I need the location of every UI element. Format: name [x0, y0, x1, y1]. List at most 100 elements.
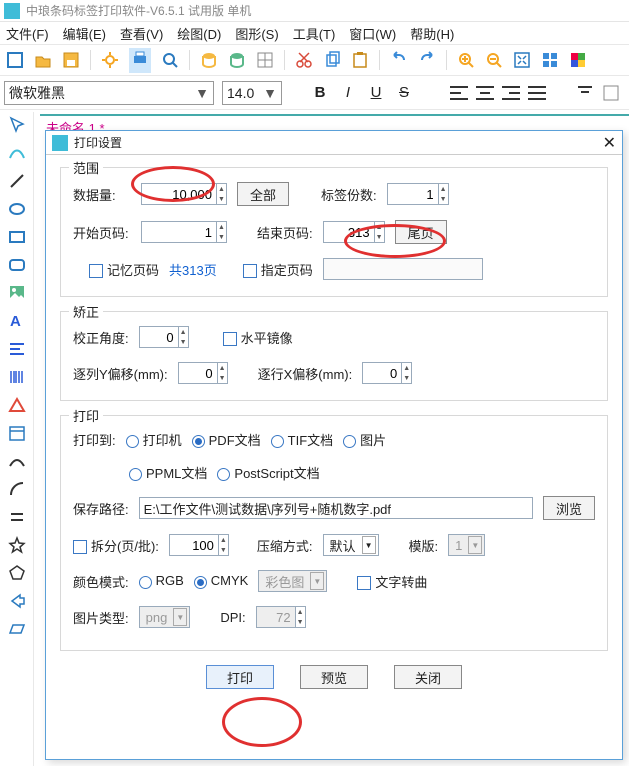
italic-button[interactable]: I — [338, 84, 358, 101]
underline-button[interactable]: U — [366, 84, 386, 101]
fit-icon[interactable] — [513, 51, 531, 69]
text-icon[interactable]: A — [8, 312, 26, 330]
curve-icon[interactable] — [8, 144, 26, 162]
mirror-checkbox[interactable]: 水平镜像 — [223, 328, 293, 347]
spinner[interactable]: ▲▼ — [402, 362, 412, 384]
remember-page-checkbox[interactable]: 记忆页码 — [89, 260, 159, 279]
path-input[interactable]: E:\工作文件\测试数据\序列号+随机数字.pdf — [139, 497, 533, 519]
coly-input[interactable] — [178, 362, 218, 384]
grid-icon[interactable] — [256, 51, 274, 69]
color-icon[interactable] — [569, 51, 587, 69]
split-input[interactable] — [169, 534, 219, 556]
roundrect-icon[interactable] — [8, 256, 26, 274]
end-page-input[interactable] — [323, 221, 375, 243]
line-icon[interactable] — [8, 172, 26, 190]
cut-icon[interactable] — [295, 51, 313, 69]
ps-radio[interactable]: PostScript文档 — [217, 463, 319, 482]
print-button[interactable]: 打印 — [206, 665, 274, 689]
angle-input[interactable] — [139, 326, 179, 348]
ellipse-icon[interactable] — [8, 200, 26, 218]
paste-icon[interactable] — [351, 51, 369, 69]
rowx-input[interactable] — [362, 362, 402, 384]
printer-radio[interactable]: 打印机 — [126, 430, 182, 449]
close-icon[interactable]: ✕ — [603, 133, 616, 153]
menu-draw[interactable]: 绘图(D) — [177, 24, 221, 43]
undo-icon[interactable] — [390, 51, 408, 69]
database-icon[interactable] — [200, 51, 218, 69]
copy-icon[interactable] — [323, 51, 341, 69]
rgb-radio[interactable]: RGB — [139, 573, 184, 588]
specify-page-input[interactable] — [323, 258, 483, 280]
spinner[interactable]: ▲▼ — [179, 326, 189, 348]
arc-icon[interactable] — [8, 480, 26, 498]
spinner[interactable]: ▲▼ — [219, 534, 229, 556]
bezier-icon[interactable] — [8, 452, 26, 470]
tail-page-button[interactable]: 尾页 — [395, 220, 447, 244]
barcode-icon[interactable] — [8, 368, 26, 386]
cmyk-radio[interactable]: CMYK — [194, 573, 249, 588]
menu-edit[interactable]: 编辑(E) — [63, 24, 106, 43]
split-checkbox[interactable]: 拆分(页/批): — [73, 536, 159, 555]
menu-help[interactable]: 帮助(H) — [410, 24, 454, 43]
spinner[interactable]: ▲▼ — [375, 221, 385, 243]
zoomout-icon[interactable] — [485, 51, 503, 69]
total-pages-link[interactable]: 共313页 — [169, 260, 217, 279]
menu-tool[interactable]: 工具(T) — [293, 24, 336, 43]
cal-icon[interactable] — [8, 424, 26, 442]
font-size-select[interactable]: 14.0 ▼ — [222, 81, 282, 105]
dbllne-icon[interactable] — [8, 508, 26, 526]
valign-icon[interactable] — [576, 84, 594, 102]
pointer-icon[interactable] — [8, 116, 26, 134]
spinner[interactable]: ▲▼ — [217, 183, 227, 205]
triangle-icon[interactable] — [8, 396, 26, 414]
align-left-icon[interactable] — [450, 86, 468, 100]
specify-page-checkbox[interactable]: 指定页码 — [243, 260, 313, 279]
close-button[interactable]: 关闭 — [394, 665, 462, 689]
compress-select[interactable]: 默认▼ — [323, 534, 379, 556]
preview-button[interactable]: 预览 — [300, 665, 368, 689]
zoomin-icon[interactable] — [457, 51, 475, 69]
font-select[interactable]: 微软雅黑 ▼ — [4, 81, 214, 105]
tif-radio[interactable]: TIF文档 — [271, 430, 334, 449]
menu-file[interactable]: 文件(F) — [6, 24, 49, 43]
print-icon[interactable] — [131, 50, 149, 68]
textcurve-checkbox[interactable]: 文字转曲 — [357, 572, 427, 591]
ppml-radio[interactable]: PPML文档 — [129, 463, 207, 482]
start-page-input[interactable] — [141, 221, 217, 243]
menu-view[interactable]: 查看(V) — [120, 24, 163, 43]
parallelogram-icon[interactable] — [8, 620, 26, 638]
settings-icon[interactable] — [101, 51, 119, 69]
align-center-icon[interactable] — [476, 86, 494, 100]
spinner[interactable]: ▲▼ — [218, 362, 228, 384]
align-right-icon[interactable] — [502, 86, 520, 100]
copies-input[interactable] — [387, 183, 439, 205]
browse-button[interactable]: 浏览 — [543, 496, 595, 520]
grid2-icon[interactable] — [541, 51, 559, 69]
align-justify-icon[interactable] — [528, 86, 546, 100]
all-button[interactable]: 全部 — [237, 182, 289, 206]
menu-window[interactable]: 窗口(W) — [349, 24, 396, 43]
img-radio[interactable]: 图片 — [343, 430, 386, 449]
richtext-icon[interactable] — [8, 340, 26, 358]
print-legend: 打印 — [69, 406, 103, 425]
leftarrow-icon[interactable] — [8, 592, 26, 610]
star-icon[interactable] — [8, 536, 26, 554]
rect-icon[interactable] — [8, 228, 26, 246]
image-icon[interactable] — [8, 284, 26, 302]
more-icon[interactable] — [602, 84, 620, 102]
preview-icon[interactable] — [161, 51, 179, 69]
new-icon[interactable] — [6, 51, 24, 69]
menu-shape[interactable]: 图形(S) — [235, 24, 278, 43]
pdf-radio[interactable]: PDF文档 — [192, 430, 261, 449]
strike-button[interactable]: S — [394, 84, 414, 101]
correction-group: 矫正 校正角度: ▲▼ 水平镜像 逐列Y偏移(mm): ▲▼ 逐行X偏移(mm)… — [60, 311, 608, 401]
open-icon[interactable] — [34, 51, 52, 69]
redo-icon[interactable] — [418, 51, 436, 69]
spinner[interactable]: ▲▼ — [217, 221, 227, 243]
bold-button[interactable]: B — [310, 84, 330, 101]
database2-icon[interactable] — [228, 51, 246, 69]
save-icon[interactable] — [62, 51, 80, 69]
spinner[interactable]: ▲▼ — [439, 183, 449, 205]
data-count-input[interactable] — [141, 183, 217, 205]
polygon-icon[interactable] — [8, 564, 26, 582]
